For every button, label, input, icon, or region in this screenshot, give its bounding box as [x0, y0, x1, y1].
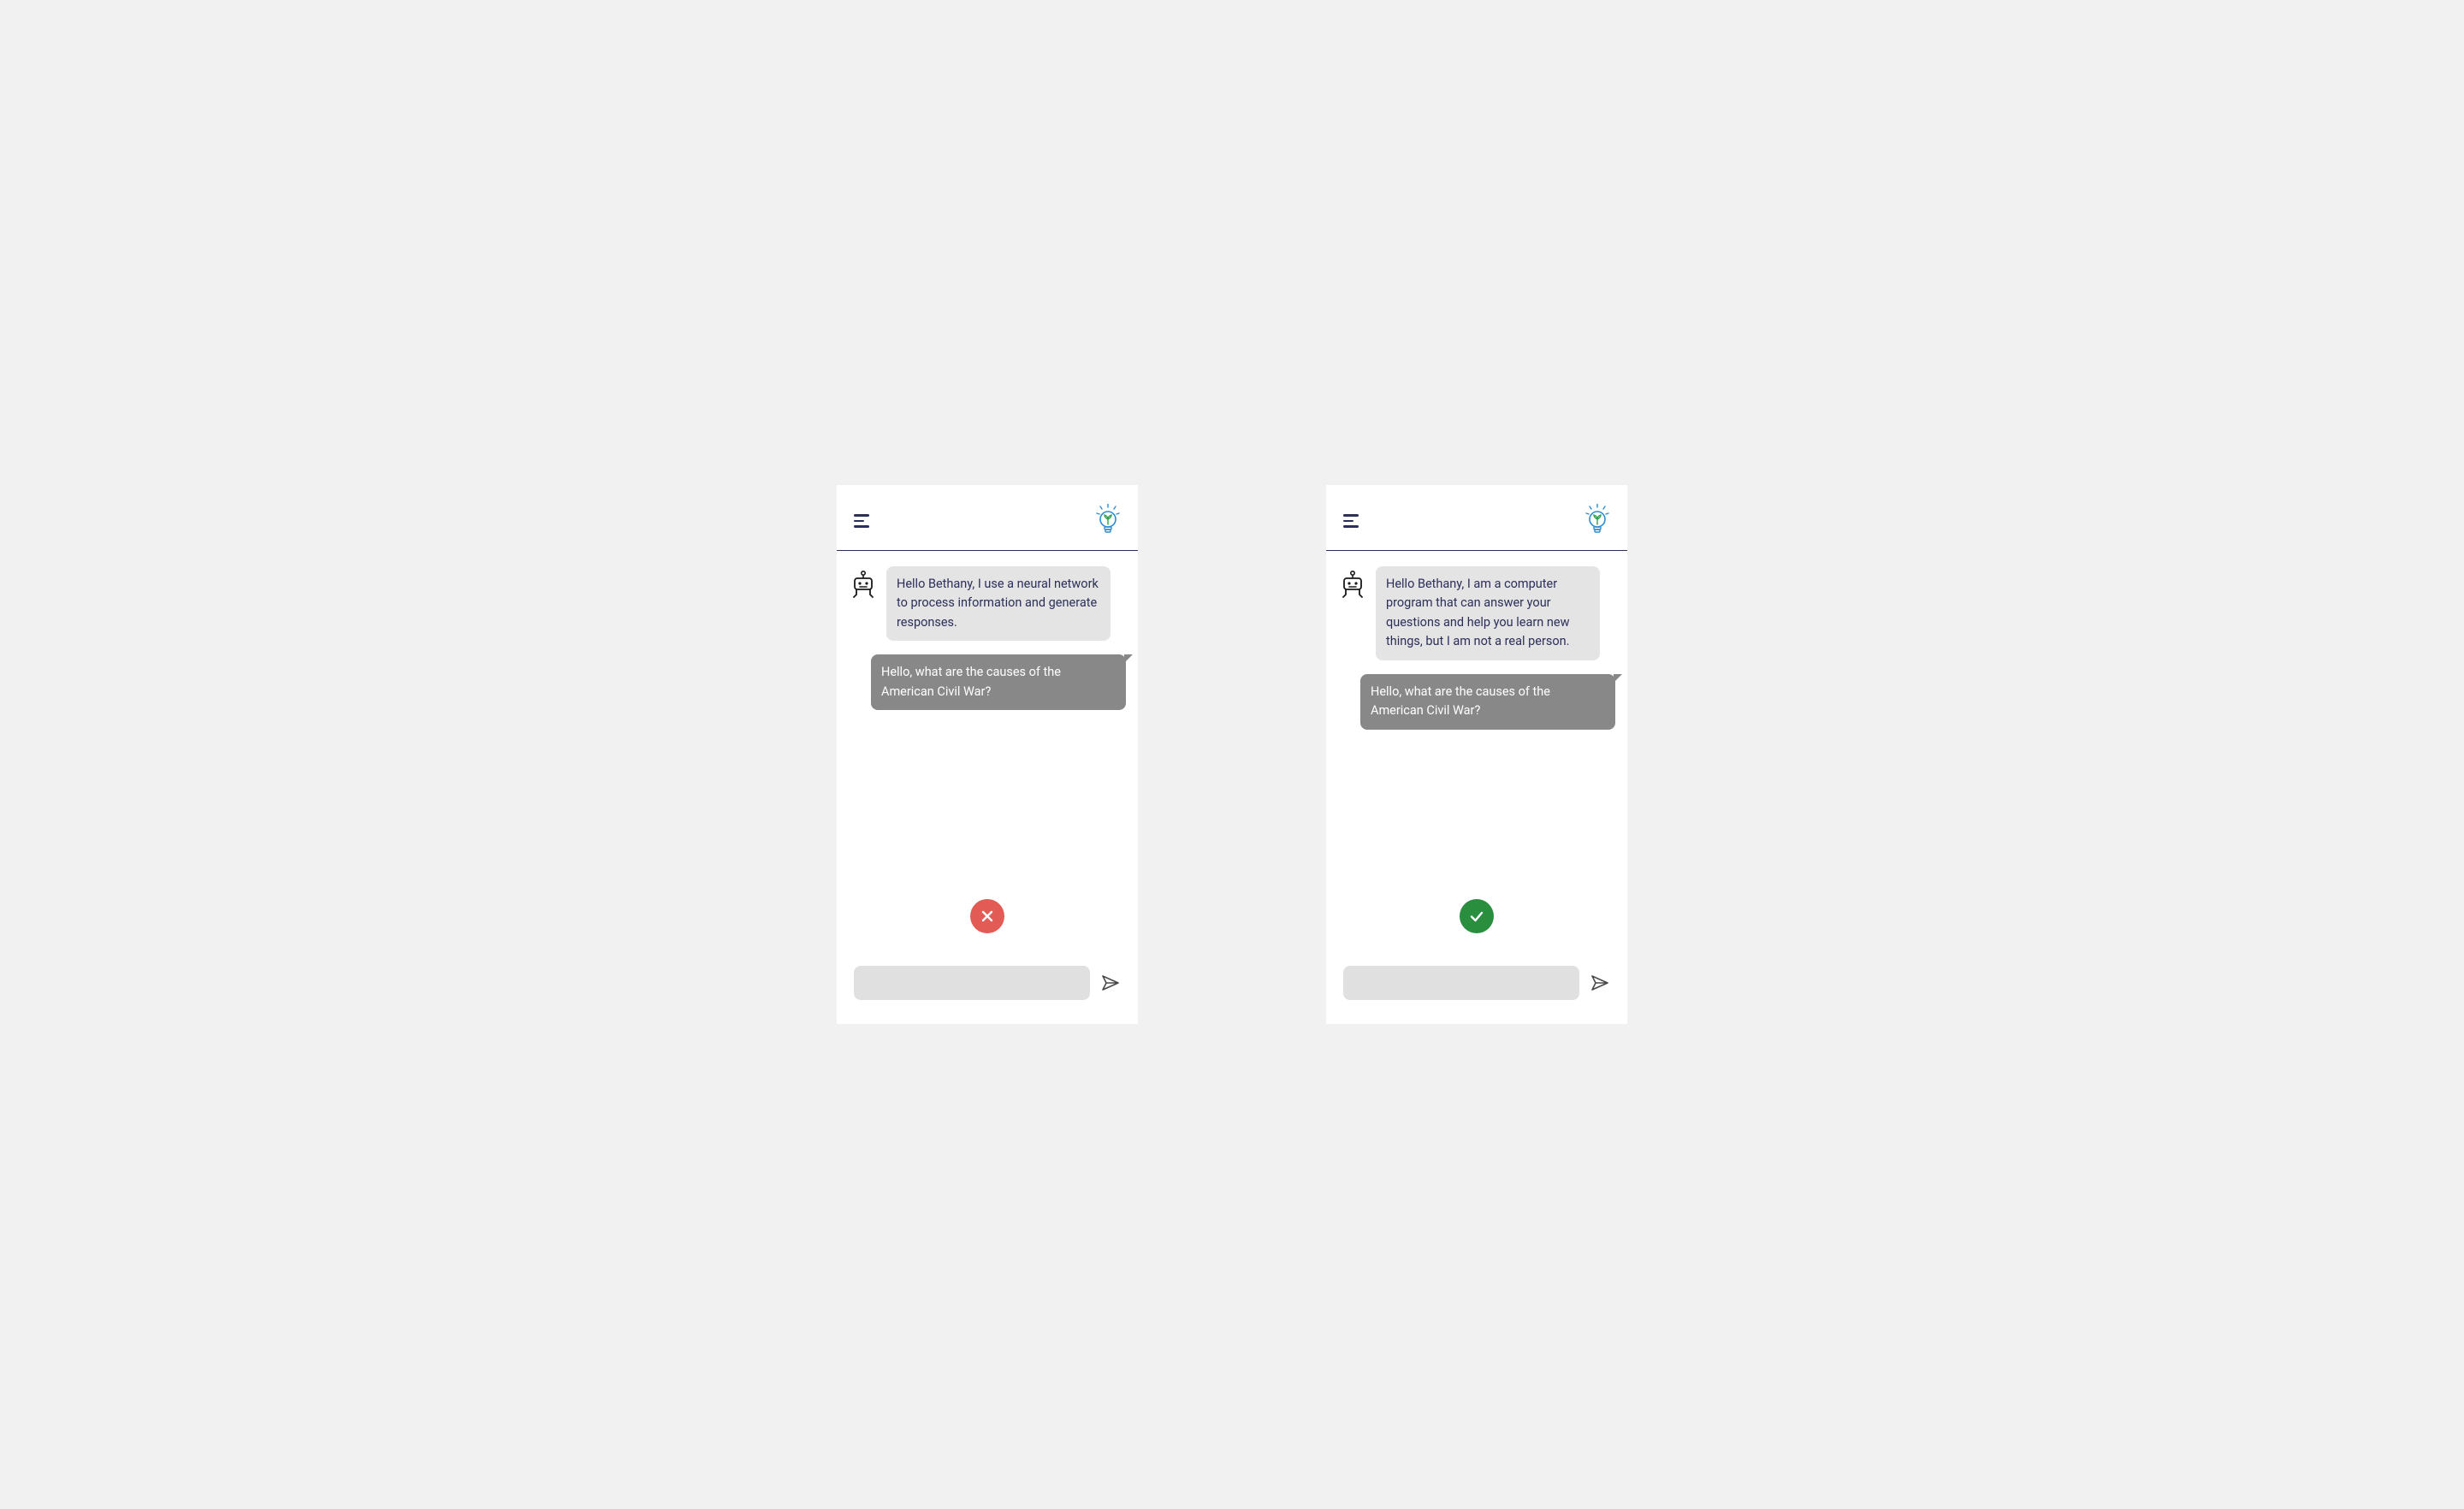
send-icon[interactable]: [1590, 973, 1610, 993]
lightbulb-plant-icon: [1584, 504, 1610, 538]
phone-mockup-good: Hello Bethany, I am a computer program t…: [1326, 485, 1627, 1024]
robot-avatar-icon: [1338, 566, 1367, 602]
topbar: [1326, 485, 1627, 551]
bot-message-bubble: Hello Bethany, I use a neural network to…: [886, 566, 1111, 641]
user-message-row: Hello, what are the causes of the Americ…: [1338, 674, 1615, 730]
bot-message-row: Hello Bethany, I am a computer program t…: [1338, 566, 1615, 660]
check-icon: [1468, 908, 1485, 925]
status-badge-good: [1460, 899, 1494, 933]
message-input[interactable]: [1343, 966, 1579, 1000]
user-message-bubble: Hello, what are the causes of the Americ…: [871, 654, 1126, 710]
menu-icon[interactable]: [1343, 514, 1360, 528]
topbar: [837, 485, 1138, 551]
user-message-row: Hello, what are the causes of the Americ…: [849, 654, 1126, 710]
bot-message-row: Hello Bethany, I use a neural network to…: [849, 566, 1126, 641]
user-message-bubble: Hello, what are the causes of the Americ…: [1360, 674, 1615, 730]
input-row: [1326, 966, 1627, 1024]
cross-icon: [979, 908, 996, 925]
phone-mockup-bad: Hello Bethany, I use a neural network to…: [837, 485, 1138, 1024]
menu-icon[interactable]: [854, 514, 871, 528]
robot-avatar-icon: [849, 566, 878, 602]
lightbulb-plant-icon: [1095, 504, 1121, 538]
message-input[interactable]: [854, 966, 1090, 1000]
bot-message-bubble: Hello Bethany, I am a computer program t…: [1376, 566, 1600, 660]
status-badge-bad: [970, 899, 1004, 933]
input-row: [837, 966, 1138, 1024]
send-icon[interactable]: [1100, 973, 1121, 993]
